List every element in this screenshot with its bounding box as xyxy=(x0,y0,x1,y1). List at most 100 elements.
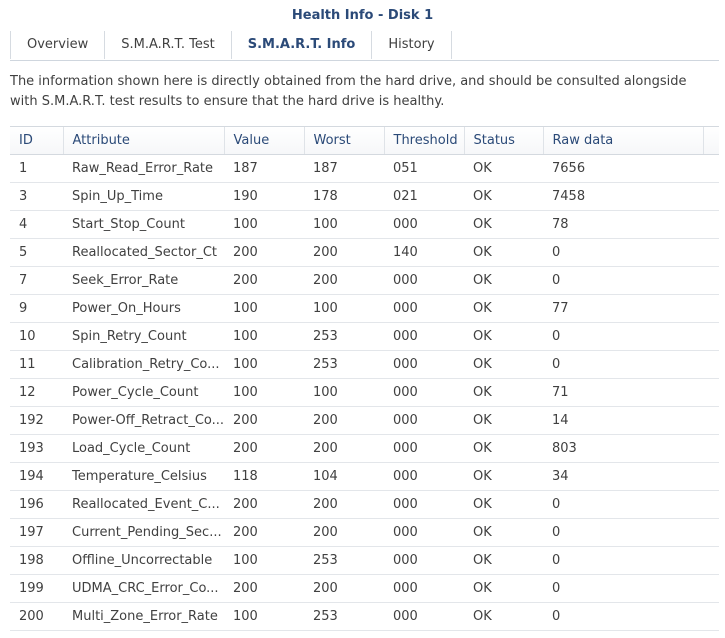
cell-status: OK xyxy=(464,462,543,491)
cell-threshold: 021 xyxy=(384,182,464,211)
table-row[interactable]: 11 Calibration_Retry_Co... 100 253 000 OK 0 xyxy=(10,350,719,379)
cell-raw-data: 77 xyxy=(543,294,703,323)
cell-threshold: 000 xyxy=(384,378,464,407)
cell-threshold: 000 xyxy=(384,546,464,575)
table-header-row: ID Attribute Value Worst Threshold Statu… xyxy=(10,127,719,155)
cell-raw-data: 34 xyxy=(543,462,703,491)
cell-status: OK xyxy=(464,210,543,239)
cell-spacer xyxy=(703,350,719,379)
cell-id: 1 xyxy=(10,154,63,183)
cell-spacer xyxy=(703,294,719,323)
cell-value: 100 xyxy=(224,322,304,351)
cell-spacer xyxy=(703,266,719,295)
column-header-threshold[interactable]: Threshold xyxy=(384,127,465,155)
table-row[interactable]: 198 Offline_Uncorrectable 100 253 000 OK 0 xyxy=(10,546,719,575)
table-row[interactable]: 4 Start_Stop_Count 100 100 000 OK 78 xyxy=(10,210,719,239)
column-header-spacer xyxy=(703,127,719,155)
cell-status: OK xyxy=(464,490,543,519)
cell-value: 100 xyxy=(224,210,304,239)
cell-value: 200 xyxy=(224,518,304,547)
table-row[interactable]: 5 Reallocated_Sector_Ct 200 200 140 OK 0 xyxy=(10,238,719,267)
cell-threshold: 000 xyxy=(384,406,464,435)
column-header-worst[interactable]: Worst xyxy=(304,127,385,155)
cell-id: 5 xyxy=(10,238,63,267)
tab-overview[interactable]: Overview xyxy=(10,31,106,59)
cell-threshold: 000 xyxy=(384,602,464,631)
cell-spacer xyxy=(703,490,719,519)
table-row[interactable]: 7 Seek_Error_Rate 200 200 000 OK 0 xyxy=(10,266,719,295)
tab-smart-test[interactable]: S.M.A.R.T. Test xyxy=(105,31,232,59)
cell-value: 200 xyxy=(224,238,304,267)
cell-spacer xyxy=(703,154,719,183)
cell-raw-data: 0 xyxy=(543,238,703,267)
cell-attribute: Power_On_Hours xyxy=(63,294,224,323)
column-header-status[interactable]: Status xyxy=(464,127,544,155)
table-row[interactable]: 1 Raw_Read_Error_Rate 187 187 051 OK 7656 xyxy=(10,154,719,183)
cell-id: 9 xyxy=(10,294,63,323)
cell-raw-data: 71 xyxy=(543,378,703,407)
column-header-id[interactable]: ID xyxy=(10,127,64,155)
table-row[interactable]: 193 Load_Cycle_Count 200 200 000 OK 803 xyxy=(10,434,719,463)
table-row[interactable]: 197 Current_Pending_Sec... 200 200 000 OK 0 xyxy=(10,518,719,547)
table-row[interactable]: 200 Multi_Zone_Error_Rate 100 253 000 OK 0 xyxy=(10,602,719,631)
cell-raw-data: 0 xyxy=(543,322,703,351)
table-row[interactable]: 194 Temperature_Celsius 118 104 000 OK 34 xyxy=(10,462,719,491)
cell-worst: 100 xyxy=(304,210,384,239)
cell-id: 194 xyxy=(10,462,63,491)
cell-raw-data: 7656 xyxy=(543,154,703,183)
cell-id: 196 xyxy=(10,490,63,519)
cell-id: 12 xyxy=(10,378,63,407)
cell-worst: 200 xyxy=(304,238,384,267)
column-header-attribute[interactable]: Attribute xyxy=(63,127,225,155)
cell-attribute: Reallocated_Sector_Ct xyxy=(63,238,224,267)
cell-worst: 100 xyxy=(304,294,384,323)
cell-status: OK xyxy=(464,378,543,407)
cell-spacer xyxy=(703,546,719,575)
cell-value: 100 xyxy=(224,546,304,575)
cell-raw-data: 7458 xyxy=(543,182,703,211)
cell-value: 200 xyxy=(224,266,304,295)
cell-spacer xyxy=(703,462,719,491)
cell-worst: 187 xyxy=(304,154,384,183)
cell-value: 100 xyxy=(224,602,304,631)
column-header-value[interactable]: Value xyxy=(224,127,305,155)
cell-threshold: 000 xyxy=(384,266,464,295)
cell-id: 4 xyxy=(10,210,63,239)
cell-status: OK xyxy=(464,350,543,379)
table-row[interactable]: 196 Reallocated_Event_C... 200 200 000 OK 0 xyxy=(10,490,719,519)
cell-id: 199 xyxy=(10,574,63,603)
tab-smart-info[interactable]: S.M.A.R.T. Info xyxy=(231,31,373,59)
table-row[interactable]: 199 UDMA_CRC_Error_Co... 200 200 000 OK 0 xyxy=(10,574,719,603)
cell-attribute: Spin_Retry_Count xyxy=(63,322,224,351)
cell-status: OK xyxy=(464,322,543,351)
cell-spacer xyxy=(703,406,719,435)
cell-status: OK xyxy=(464,434,543,463)
cell-status: OK xyxy=(464,294,543,323)
column-header-raw-data[interactable]: Raw data xyxy=(543,127,704,155)
cell-raw-data: 0 xyxy=(543,574,703,603)
cell-attribute: Power-Off_Retract_Co... xyxy=(63,406,224,435)
cell-status: OK xyxy=(464,574,543,603)
cell-spacer xyxy=(703,322,719,351)
table-row[interactable]: 3 Spin_Up_Time 190 178 021 OK 7458 xyxy=(10,182,719,211)
cell-worst: 253 xyxy=(304,602,384,631)
tab-history[interactable]: History xyxy=(372,31,452,59)
cell-attribute: UDMA_CRC_Error_Co... xyxy=(63,574,224,603)
cell-attribute: Reallocated_Event_C... xyxy=(63,490,224,519)
cell-attribute: Start_Stop_Count xyxy=(63,210,224,239)
cell-value: 200 xyxy=(224,434,304,463)
cell-spacer xyxy=(703,574,719,603)
cell-worst: 200 xyxy=(304,266,384,295)
cell-threshold: 000 xyxy=(384,322,464,351)
cell-spacer xyxy=(703,210,719,239)
cell-value: 100 xyxy=(224,350,304,379)
cell-threshold: 000 xyxy=(384,462,464,491)
cell-worst: 253 xyxy=(304,350,384,379)
table-row[interactable]: 10 Spin_Retry_Count 100 253 000 OK 0 xyxy=(10,322,719,351)
table-row[interactable]: 192 Power-Off_Retract_Co... 200 200 000 OK 14 xyxy=(10,406,719,435)
table-row[interactable]: 9 Power_On_Hours 100 100 000 OK 77 xyxy=(10,294,719,323)
cell-raw-data: 0 xyxy=(543,490,703,519)
cell-value: 200 xyxy=(224,406,304,435)
cell-value: 200 xyxy=(224,490,304,519)
table-row[interactable]: 12 Power_Cycle_Count 100 100 000 OK 71 xyxy=(10,378,719,407)
